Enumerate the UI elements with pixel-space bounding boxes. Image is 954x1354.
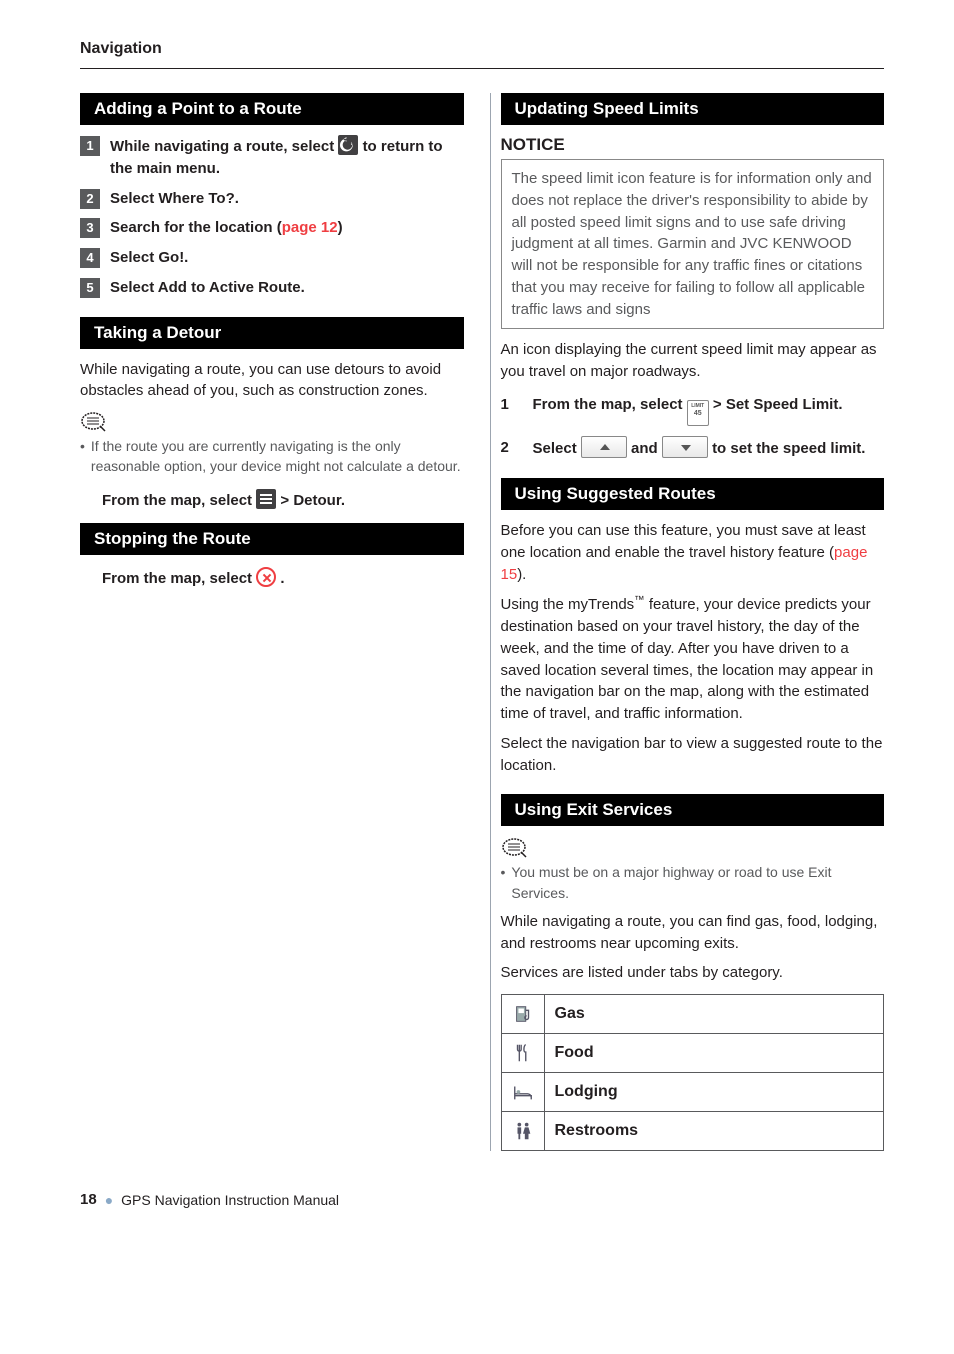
page-section-header: Navigation [80, 40, 884, 58]
step-text: Select Go!. [110, 247, 464, 269]
food-icon [501, 1034, 544, 1073]
menu-icon [256, 489, 276, 509]
table-row: Restrooms [501, 1112, 884, 1151]
section-intro: An icon displaying the current speed lim… [501, 339, 885, 383]
header-rule [80, 68, 884, 69]
note-icon [501, 836, 529, 858]
paragraph: Before you can use this feature, you mus… [501, 520, 885, 585]
step-number: 3 [80, 218, 100, 238]
step-text: Select Add to Active Route. [110, 277, 464, 299]
step-number: 2 [501, 436, 517, 460]
notice-box: The speed limit icon feature is for info… [501, 159, 885, 329]
note-icon [80, 410, 108, 432]
step-text: While navigating a route, select to retu… [110, 135, 464, 180]
service-label: Restrooms [555, 1122, 639, 1139]
decrease-button-icon [662, 436, 708, 458]
page-link[interactable]: page 12 [282, 219, 338, 236]
paragraph: Services are listed under tabs by catego… [501, 962, 885, 984]
step-number: 4 [80, 248, 100, 268]
paragraph: Select the navigation bar to view a sugg… [501, 733, 885, 777]
section-intro: While navigating a route, you can use de… [80, 359, 464, 403]
table-row: Lodging [501, 1073, 884, 1112]
lodging-icon [501, 1073, 544, 1112]
instruction: From the map, select . [102, 567, 464, 590]
note-bullet: • You must be on a major highway or road… [501, 862, 885, 903]
step-text: Select and to set the speed limit. [533, 436, 885, 460]
step-number: 1 [501, 393, 517, 426]
service-label: Food [555, 1044, 594, 1061]
increase-button-icon [581, 436, 627, 458]
step-number: 5 [80, 278, 100, 298]
instruction: From the map, select > Detour. [102, 489, 464, 512]
service-label: Gas [555, 1005, 585, 1022]
stop-route-icon [256, 567, 276, 587]
paragraph: Using the myTrends™ feature, your device… [501, 593, 885, 725]
right-column: Updating Speed Limits NOTICE The speed l… [490, 93, 885, 1151]
table-row: Food [501, 1034, 884, 1073]
page-number: 18 [80, 1191, 97, 1208]
table-row: Gas [501, 995, 884, 1034]
footer-bullet-icon: ● [105, 1192, 113, 1208]
note-bullet: • If the route you are currently navigat… [80, 436, 464, 477]
section-title: Updating Speed Limits [501, 93, 885, 125]
section-title: Adding a Point to a Route [80, 93, 464, 125]
step-number: 2 [80, 189, 100, 209]
left-column: Adding a Point to a Route 1 While naviga… [80, 93, 464, 1151]
speed-limit-icon: LIMIT45 [687, 400, 709, 426]
exit-services-table: Gas Food Lodging [501, 994, 885, 1151]
step-text: Search for the location (page 12) [110, 217, 464, 239]
section-title: Using Exit Services [501, 794, 885, 826]
section-title: Stopping the Route [80, 523, 464, 555]
page-footer: 18 ● GPS Navigation Instruction Manual [80, 1191, 884, 1208]
paragraph: While navigating a route, you can find g… [501, 911, 885, 955]
section-title: Using Suggested Routes [501, 478, 885, 510]
step-text: Select Where To?. [110, 188, 464, 210]
service-label: Lodging [555, 1083, 618, 1100]
back-arrow-icon [338, 135, 358, 155]
footer-title: GPS Navigation Instruction Manual [121, 1192, 339, 1208]
notice-title: NOTICE [501, 135, 885, 155]
restrooms-icon [501, 1112, 544, 1151]
step-number: 1 [80, 136, 100, 156]
step-text: From the map, select LIMIT45 > Set Speed… [533, 393, 885, 426]
gas-icon [501, 995, 544, 1034]
section-title: Taking a Detour [80, 317, 464, 349]
